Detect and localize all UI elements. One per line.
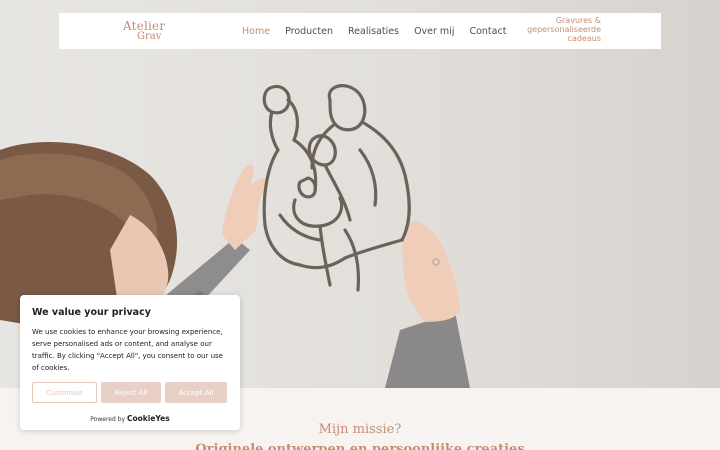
logo-line2: Grav bbox=[137, 31, 162, 42]
nav-over-mij[interactable]: Over mij bbox=[414, 26, 454, 37]
main-nav: Home Producten Realisaties Over mij Cont… bbox=[242, 13, 506, 49]
site-header: Atelier Grav Home Producten Realisaties … bbox=[59, 13, 661, 49]
mission-subtitle: Originele ontwerpen en persoonlijke crea… bbox=[195, 442, 525, 450]
nav-contact[interactable]: Contact bbox=[469, 26, 506, 37]
customise-button[interactable]: Customise bbox=[32, 382, 97, 403]
cookie-buttons: Customise Reject All Accept All bbox=[32, 382, 228, 403]
cookie-banner: We value your privacy We use cookies to … bbox=[20, 295, 240, 430]
nav-producten[interactable]: Producten bbox=[285, 26, 333, 37]
powered-by: Powered by CookieYes bbox=[20, 414, 240, 423]
header-tagline: Gravures & gepersonaliseerde cadeaus bbox=[527, 16, 601, 43]
accept-all-button[interactable]: Accept All bbox=[165, 382, 227, 403]
site-logo[interactable]: Atelier Grav bbox=[123, 17, 173, 45]
cookie-title: We value your privacy bbox=[32, 307, 151, 318]
nav-realisaties[interactable]: Realisaties bbox=[348, 26, 399, 37]
nav-home[interactable]: Home bbox=[242, 26, 270, 37]
reject-all-button[interactable]: Reject All bbox=[101, 382, 161, 403]
powered-by-label: Powered by bbox=[90, 416, 126, 423]
cookieyes-logo[interactable]: CookieYes bbox=[127, 414, 170, 423]
cookie-text: We use cookies to enhance your browsing … bbox=[32, 328, 223, 372]
